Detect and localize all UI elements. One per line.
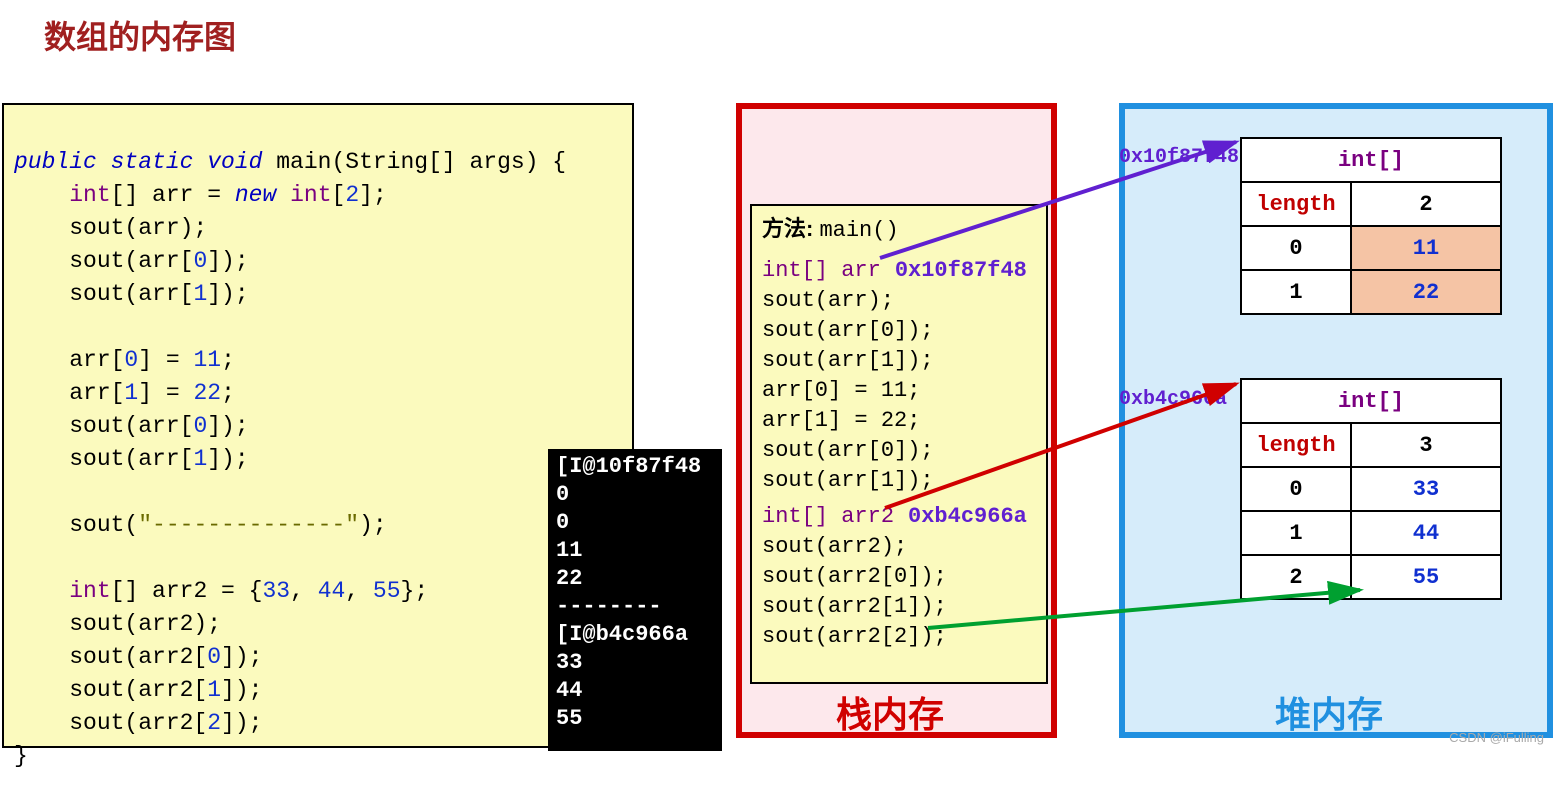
console-output: [I@10f87f48 0 0 11 22 -------- [I@b4c966…	[548, 449, 722, 751]
heap-addr-1: 0x10f87f48	[1119, 146, 1239, 169]
diagram-title: 数组的内存图	[44, 12, 236, 58]
stack-frame: 方法: main() int[] arr0x10f87f48 sout(arr)…	[750, 204, 1048, 684]
heap-addr-2: 0xb4c966a	[1119, 388, 1227, 411]
heap-array-2: int[] length3 033 144 255	[1240, 378, 1502, 600]
heap-label: 堆内存	[1275, 686, 1383, 738]
stack-label: 栈内存	[836, 686, 944, 738]
code-panel: public static void main(String[] args) {…	[2, 103, 634, 748]
watermark: CSDN @iFulling	[1449, 730, 1544, 745]
heap-array-1: int[] length2 011 122	[1240, 137, 1502, 315]
